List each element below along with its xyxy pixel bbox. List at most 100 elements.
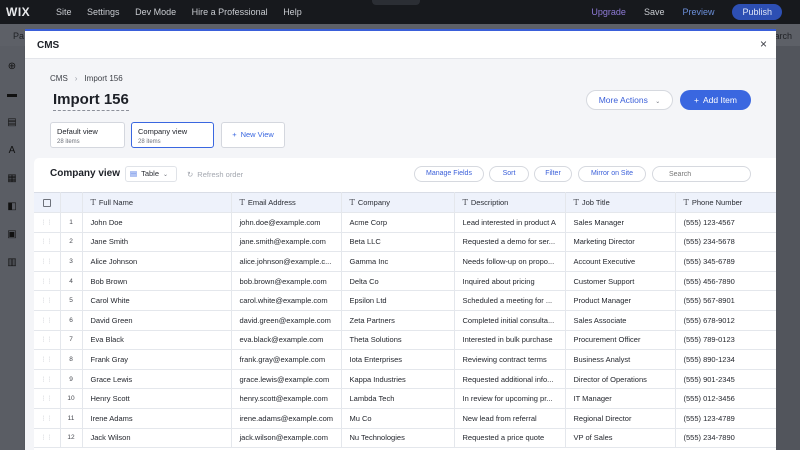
table-cell[interactable]: Product Manager (565, 290, 676, 311)
page-selector[interactable]: Pa (13, 31, 24, 41)
drag-handle-icon[interactable]: ⋮⋮ (34, 349, 61, 370)
table-cell[interactable]: (555) 678-9012 (675, 310, 776, 331)
table-cell[interactable]: Procurement Officer (565, 330, 676, 351)
table-row[interactable]: ⋮⋮ 4 Bob Brown bob.brown@example.com Delta C… (34, 271, 776, 292)
table-cell[interactable]: Reviewing contract terms (454, 349, 566, 370)
table-cell[interactable]: Lead interested in product A (454, 212, 566, 233)
table-cell[interactable]: Henry Scott (82, 388, 232, 409)
table-row[interactable]: ⋮⋮ 6 David Green david.green@example.com Zet… (34, 310, 776, 331)
table-cell[interactable]: (555) 456-7890 (675, 271, 776, 292)
drag-handle-icon[interactable]: ⋮⋮ (34, 408, 61, 429)
table-row[interactable]: ⋮⋮ 11 Irene Adams irene.adams@example.com Mu… (34, 408, 776, 429)
table-cell[interactable]: Iota Enterprises (341, 349, 455, 370)
table-cell[interactable]: Lambda Tech (341, 388, 455, 409)
preview-link[interactable]: Preview (682, 7, 714, 17)
table-cell[interactable]: alice.johnson@example.c... (231, 251, 342, 272)
table-cell[interactable]: Requested additional info... (454, 369, 566, 390)
table-cell[interactable]: Alice Johnson (82, 251, 232, 272)
table-cell[interactable]: Jane Smith (82, 232, 232, 253)
table-cell[interactable]: Delta Co (341, 271, 455, 292)
view-card-company[interactable]: Company view 28 items (131, 122, 214, 148)
table-cell[interactable]: Interested in bulk purchase (454, 330, 566, 351)
table-cell[interactable]: Sales Manager (565, 212, 676, 233)
column-header-full-name[interactable]: T Full Name (82, 192, 232, 213)
drag-handle-icon[interactable]: ⋮⋮ (34, 212, 61, 233)
table-cell[interactable]: Kappa Industries (341, 369, 455, 390)
search-input[interactable] (652, 166, 751, 182)
table-row[interactable]: ⋮⋮ 10 Henry Scott henry.scott@example.com La… (34, 388, 776, 409)
table-cell[interactable]: (555) 123-4789 (675, 408, 776, 429)
table-cell[interactable]: Nu Technologies (341, 428, 455, 449)
table-cell[interactable]: eva.black@example.com (231, 330, 342, 351)
view-card-default[interactable]: Default view 28 items (50, 122, 125, 148)
menu-help[interactable]: Help (283, 7, 302, 17)
table-cell[interactable]: carol.white@example.com (231, 290, 342, 311)
table-cell[interactable]: grace.lewis@example.com (231, 369, 342, 390)
menu-hire-professional[interactable]: Hire a Professional (192, 7, 268, 17)
table-cell[interactable]: (555) 345-6789 (675, 251, 776, 272)
upgrade-link[interactable]: Upgrade (591, 7, 626, 17)
table-row[interactable]: ⋮⋮ 12 Jack Wilson jack.wilson@example.com Nu… (34, 428, 776, 449)
manage-fields-button[interactable]: Manage Fields (414, 166, 484, 182)
table-cell[interactable]: David Green (82, 310, 232, 331)
publish-button[interactable]: Publish (732, 4, 782, 20)
drag-handle-icon[interactable]: ⋮⋮ (34, 330, 61, 351)
table-cell[interactable]: Frank Gray (82, 349, 232, 370)
table-cell[interactable]: Acme Corp (341, 212, 455, 233)
mirror-on-site-button[interactable]: Mirror on Site (578, 166, 646, 182)
theme-icon[interactable]: A (7, 146, 17, 156)
page-title[interactable]: Import 156 (53, 91, 129, 111)
table-cell[interactable]: Regional Director (565, 408, 676, 429)
menu-site[interactable]: Site (56, 7, 72, 17)
table-row[interactable]: ⋮⋮ 5 Carol White carol.white@example.com Eps… (34, 290, 776, 311)
drag-handle-icon[interactable]: ⋮⋮ (34, 388, 61, 409)
table-cell[interactable]: john.doe@example.com (231, 212, 342, 233)
table-cell[interactable]: Grace Lewis (82, 369, 232, 390)
table-cell[interactable]: (555) 901-2345 (675, 369, 776, 390)
media-icon[interactable]: ▣ (7, 230, 17, 240)
add-item-button[interactable]: + Add Item (680, 90, 751, 110)
table-cell[interactable]: Epsilon Ltd (341, 290, 455, 311)
pages-icon[interactable]: ▤ (7, 118, 17, 128)
table-cell[interactable]: VP of Sales (565, 428, 676, 449)
sort-button[interactable]: Sort (489, 166, 529, 182)
table-cell[interactable]: Marketing Director (565, 232, 676, 253)
column-header-description[interactable]: T Description (454, 192, 566, 213)
table-cell[interactable]: bob.brown@example.com (231, 271, 342, 292)
save-link[interactable]: Save (644, 7, 665, 17)
drag-handle-icon[interactable]: ⋮⋮ (34, 271, 61, 292)
more-actions-button[interactable]: More Actions ⌄ (586, 90, 673, 110)
refresh-order-button[interactable]: ↻ Refresh order (187, 170, 243, 179)
table-cell[interactable]: henry.scott@example.com (231, 388, 342, 409)
table-cell[interactable]: irene.adams@example.com (231, 408, 342, 429)
table-cell[interactable]: frank.gray@example.com (231, 349, 342, 370)
menu-dev-mode[interactable]: Dev Mode (135, 7, 176, 17)
filter-button[interactable]: Filter (534, 166, 572, 182)
breadcrumb-cms[interactable]: CMS (50, 74, 68, 83)
new-view-button[interactable]: + New View (221, 122, 285, 148)
table-cell[interactable]: IT Manager (565, 388, 676, 409)
close-icon[interactable]: × (760, 37, 767, 51)
drag-handle-icon[interactable]: ⋮⋮ (34, 310, 61, 331)
table-cell[interactable]: (555) 789-0123 (675, 330, 776, 351)
table-cell[interactable]: Director of Operations (565, 369, 676, 390)
table-cell[interactable]: (555) 567-8901 (675, 290, 776, 311)
table-cell[interactable]: Eva Black (82, 330, 232, 351)
table-cell[interactable]: (555) 123-4567 (675, 212, 776, 233)
apps-icon[interactable]: ▦ (7, 174, 17, 184)
table-cell[interactable]: Requested a price quote (454, 428, 566, 449)
cms-icon[interactable]: ▥ (7, 258, 17, 268)
table-cell[interactable]: Scheduled a meeting for ... (454, 290, 566, 311)
table-row[interactable]: ⋮⋮ 8 Frank Gray frank.gray@example.com Iota … (34, 349, 776, 370)
table-cell[interactable]: (555) 234-5678 (675, 232, 776, 253)
table-cell[interactable]: Sales Associate (565, 310, 676, 331)
select-all-checkbox[interactable] (34, 192, 61, 213)
table-cell[interactable]: Requested a demo for ser... (454, 232, 566, 253)
table-cell[interactable]: Business Analyst (565, 349, 676, 370)
sections-icon[interactable]: ▬ (7, 90, 17, 100)
column-header-company[interactable]: T Company (341, 192, 455, 213)
column-header-phone[interactable]: T Phone Number (675, 192, 776, 213)
table-cell[interactable]: Bob Brown (82, 271, 232, 292)
layout-selector[interactable]: ▤ Table ⌄ (125, 166, 177, 182)
column-header-email[interactable]: T Email Address (231, 192, 342, 213)
